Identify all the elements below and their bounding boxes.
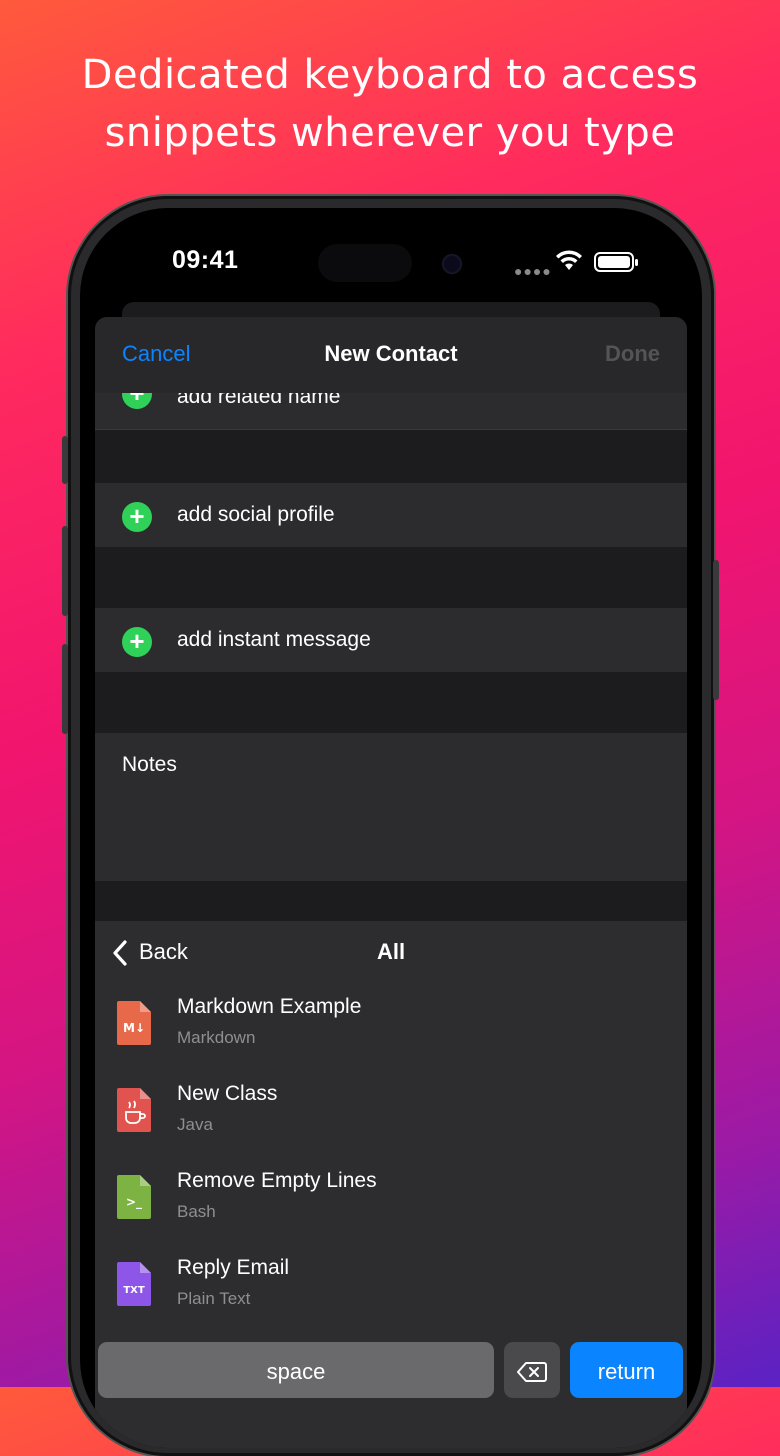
snippet-item[interactable]: TXT Reply Email Plain Text [95,1246,687,1333]
add-related-name-row[interactable]: + add related name [95,393,687,430]
snippet-language: Bash [177,1202,216,1221]
snippets-keyboard: Back All M↓ Markdown Example Markdown New C… [95,921,687,1448]
svg-text:>_: >_ [126,1195,142,1210]
wifi-icon [556,250,582,270]
row-label: add social profile [177,503,335,526]
dynamic-island [318,244,412,282]
snippet-name: Reply Email [177,1256,290,1279]
snippet-item[interactable]: >_ Remove Empty Lines Bash [95,1159,687,1246]
add-social-profile-row[interactable]: + add social profile [95,483,687,547]
markdown-file-icon: M↓ [117,1001,151,1045]
done-button[interactable]: Done [605,341,660,367]
delete-key[interactable] [504,1342,560,1398]
snippet-language: Java [177,1115,213,1134]
delete-backspace-icon [517,1362,547,1382]
add-icon: + [122,393,152,409]
keyboard-title: All [376,939,406,964]
keyboard-header: Back All [95,921,687,983]
volume-down-button [62,644,68,734]
svg-text:M↓: M↓ [123,1021,145,1035]
new-contact-sheet: Cancel New Contact Done + add related na… [95,317,687,1448]
headline: Dedicated keyboard to access snippets wh… [0,46,780,162]
row-label: add instant message [177,628,371,651]
row-label: add related name [177,393,341,408]
phone-screen: 09:41 ●●●● Cancel New Contact Done + add… [80,208,702,1448]
bash-file-icon: >_ [117,1175,151,1219]
signal-dots-icon: ●●●● [514,263,552,279]
add-icon: + [122,502,152,532]
mute-switch [62,436,68,484]
power-button [713,560,719,700]
camera-icon [442,254,462,274]
battery-icon [594,252,638,272]
nav-title: New Contact [324,341,458,366]
snippet-language: Markdown [177,1028,256,1047]
headline-line-2: snippets wherever you type [104,110,676,156]
return-key[interactable]: return [570,1342,683,1398]
snippet-item[interactable]: New Class Java [95,1072,687,1159]
snippet-item[interactable]: M↓ Markdown Example Markdown [95,985,687,1072]
snippet-language: Plain Text [177,1289,251,1308]
status-time: 09:41 [172,246,239,274]
snippet-name: Remove Empty Lines [177,1169,377,1192]
space-key[interactable]: space [98,1342,494,1398]
add-instant-message-row[interactable]: + add instant message [95,608,687,672]
java-file-icon [117,1088,151,1132]
snippet-name: Markdown Example [177,995,362,1018]
text-file-icon: TXT [117,1262,151,1306]
nav-bar: Cancel New Contact Done [95,317,687,394]
notes-label: Notes [122,753,177,776]
volume-up-button [62,526,68,616]
headline-line-1: Dedicated keyboard to access [81,52,699,98]
add-icon: + [122,627,152,657]
keyboard-key-row: space return [95,1342,687,1402]
svg-text:TXT: TXT [123,1285,145,1296]
snippet-name: New Class [177,1082,278,1105]
notes-field[interactable]: Notes [95,733,687,881]
